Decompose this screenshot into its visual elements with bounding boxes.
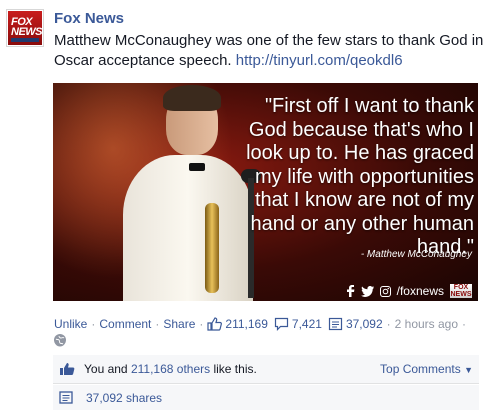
separator-dot: · — [91, 317, 96, 331]
comment-link[interactable]: Comment — [99, 317, 151, 331]
comments-count: 7,421 — [291, 317, 322, 331]
shares-count: 37,092 — [345, 317, 383, 331]
likes-summary-bar: You and 211,168 others like this. Top Co… — [53, 355, 479, 384]
thumbs-up-icon — [60, 363, 75, 375]
post-message-link[interactable]: http://tinyurl.com/qeokdl6 — [236, 52, 403, 69]
share-link[interactable]: Share — [163, 317, 195, 331]
photo-bowtie — [189, 163, 205, 171]
photo-oscar-statuette — [205, 203, 219, 293]
post-message: Matthew McConaughey was one of the few s… — [54, 31, 494, 71]
photo-brand-handle: /foxnews — [396, 284, 444, 298]
top-comments-dropdown[interactable]: Top Comments ▼ — [380, 362, 473, 376]
separator-dot: · — [462, 317, 467, 331]
post-timestamp[interactable]: 2 hours ago — [395, 317, 458, 331]
fox-news-logo: FOX NEWS — [8, 11, 43, 45]
separator-dot: · — [155, 317, 160, 331]
likes-count-stat[interactable]: 211,169 — [207, 317, 268, 331]
top-comments-label: Top Comments — [380, 362, 461, 376]
post-author-link[interactable]: Fox News — [54, 10, 124, 27]
photo-attribution: - Matthew McConaughey — [360, 249, 472, 260]
page-avatar[interactable]: FOX NEWS — [6, 9, 44, 47]
likes-others-link[interactable]: 211,168 others — [131, 362, 210, 376]
likes-count: 211,169 — [225, 317, 268, 331]
comments-count-stat[interactable]: 7,421 — [274, 317, 322, 331]
instagram-icon — [379, 285, 391, 297]
photo-quote: "First off I want to thank God because t… — [246, 95, 474, 258]
likes-summary-prefix: You and — [84, 362, 128, 376]
post-actions-row: Unlike · Comment · Share · 211,169 7,421… — [54, 317, 470, 331]
thumbs-up-icon — [207, 317, 223, 331]
comment-bubble-icon — [274, 317, 289, 331]
logo-text-bottom: NEWS — [11, 26, 43, 38]
separator-dot: · — [386, 317, 391, 331]
shares-count-stat[interactable]: 37,092 — [328, 317, 383, 331]
facebook-icon — [346, 285, 355, 297]
unlike-link[interactable]: Unlike — [54, 317, 87, 331]
logo-underline — [11, 38, 39, 42]
share-icon — [328, 317, 343, 331]
photo-person-hair — [163, 85, 221, 111]
shares-summary-bar: 37,092 shares — [53, 385, 479, 410]
chevron-down-icon: ▼ — [464, 365, 473, 375]
separator-dot: · — [199, 317, 204, 331]
fox-news-mini-logo: FOX NEWS — [450, 284, 472, 298]
globe-icon[interactable] — [54, 334, 66, 347]
photo-branding: /foxnews FOX NEWS — [346, 284, 472, 298]
twitter-icon — [360, 285, 374, 297]
post-photo[interactable]: "First off I want to thank God because t… — [53, 83, 478, 301]
shares-summary-link[interactable]: 37,092 shares — [86, 391, 162, 405]
share-icon — [59, 391, 73, 404]
likes-summary-text: You and 211,168 others like this. — [84, 362, 257, 376]
likes-summary-suffix: like this. — [213, 362, 257, 376]
globe-icon-glyph — [54, 335, 66, 347]
